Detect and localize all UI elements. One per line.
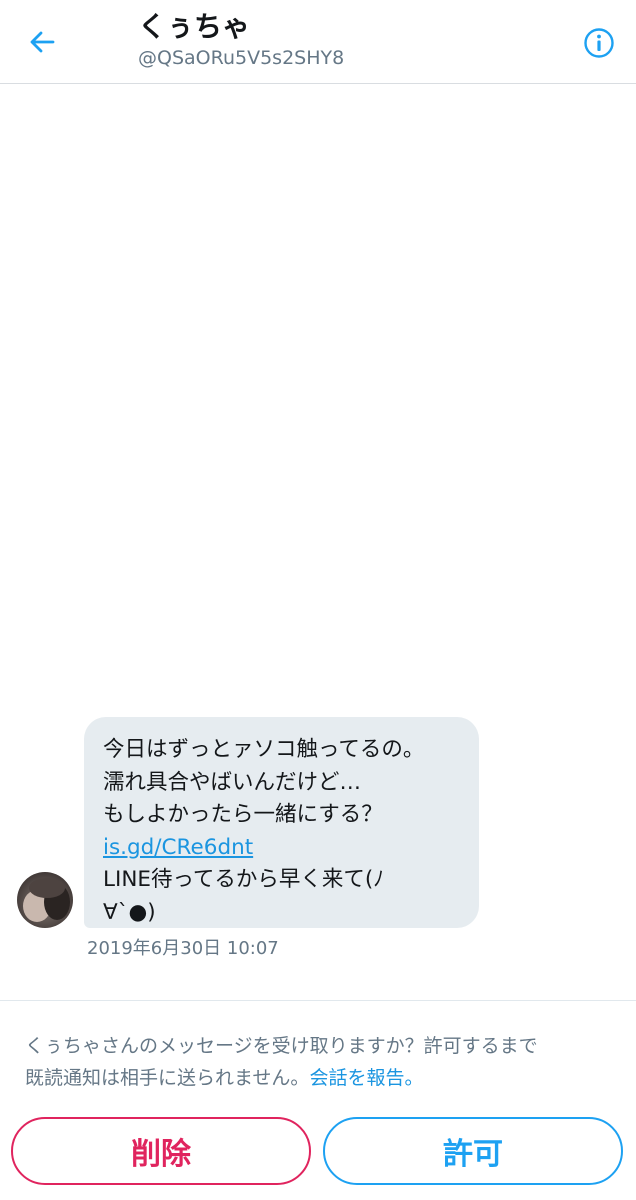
arrow-left-icon bbox=[30, 31, 55, 53]
avatar-photo-icon bbox=[17, 872, 73, 928]
footer-divider bbox=[0, 1000, 636, 1001]
back-button[interactable] bbox=[20, 22, 64, 62]
conversation-title: くぅちゃ bbox=[138, 10, 251, 43]
prompt-text: 既読通知は相手に送られません。 bbox=[25, 1067, 310, 1089]
delete-button[interactable]: 削除 bbox=[11, 1117, 311, 1185]
conversation-handle: @QSaORu5V5s2SHY8 bbox=[138, 47, 345, 69]
dm-conversation-screen: くぅちゃ @QSaORu5V5s2SHY8 今日はずっとァソコ触ってるの。 濡れ… bbox=[0, 0, 636, 1200]
message-timestamp: 2019年6月30日 10:07 bbox=[87, 938, 279, 959]
allow-button[interactable]: 許可 bbox=[323, 1117, 623, 1185]
message-bubble[interactable]: 今日はずっとァソコ触ってるの。 濡れ具合やばいんだけど… もしよかったら一緒にす… bbox=[84, 717, 479, 928]
message-line: ∀`●) bbox=[103, 899, 156, 925]
conversation-header: くぅちゃ @QSaORu5V5s2SHY8 bbox=[0, 0, 636, 84]
sender-avatar[interactable] bbox=[17, 872, 73, 928]
message-line: LINE待ってるから早く来て(ﾉ bbox=[103, 867, 385, 892]
info-circle-icon bbox=[584, 28, 614, 58]
message-link[interactable]: is.gd/CRe6dnt bbox=[103, 835, 253, 860]
message-request-prompt: くぅちゃさんのメッセージを受け取りますか？許可するまで 既読通知は相手に送られま… bbox=[25, 1030, 620, 1094]
info-button[interactable] bbox=[581, 25, 617, 61]
prompt-line-2: 既読通知は相手に送られません。会話を報告。 bbox=[25, 1062, 620, 1094]
prompt-line: くぅちゃさんのメッセージを受け取りますか？許可するまで bbox=[25, 1035, 538, 1057]
message-line: 今日はずっとァソコ触ってるの。 bbox=[103, 737, 425, 762]
message-line: 濡れ具合やばいんだけど… bbox=[103, 769, 362, 795]
message-line: もしよかったら一緒にする？ bbox=[103, 802, 383, 827]
message-link-line: is.gd/CRe6dnt bbox=[103, 832, 463, 865]
conversation-title-block: くぅちゃ @QSaORu5V5s2SHY8 bbox=[138, 10, 344, 70]
report-conversation-link[interactable]: 会話を報告。 bbox=[309, 1067, 423, 1089]
